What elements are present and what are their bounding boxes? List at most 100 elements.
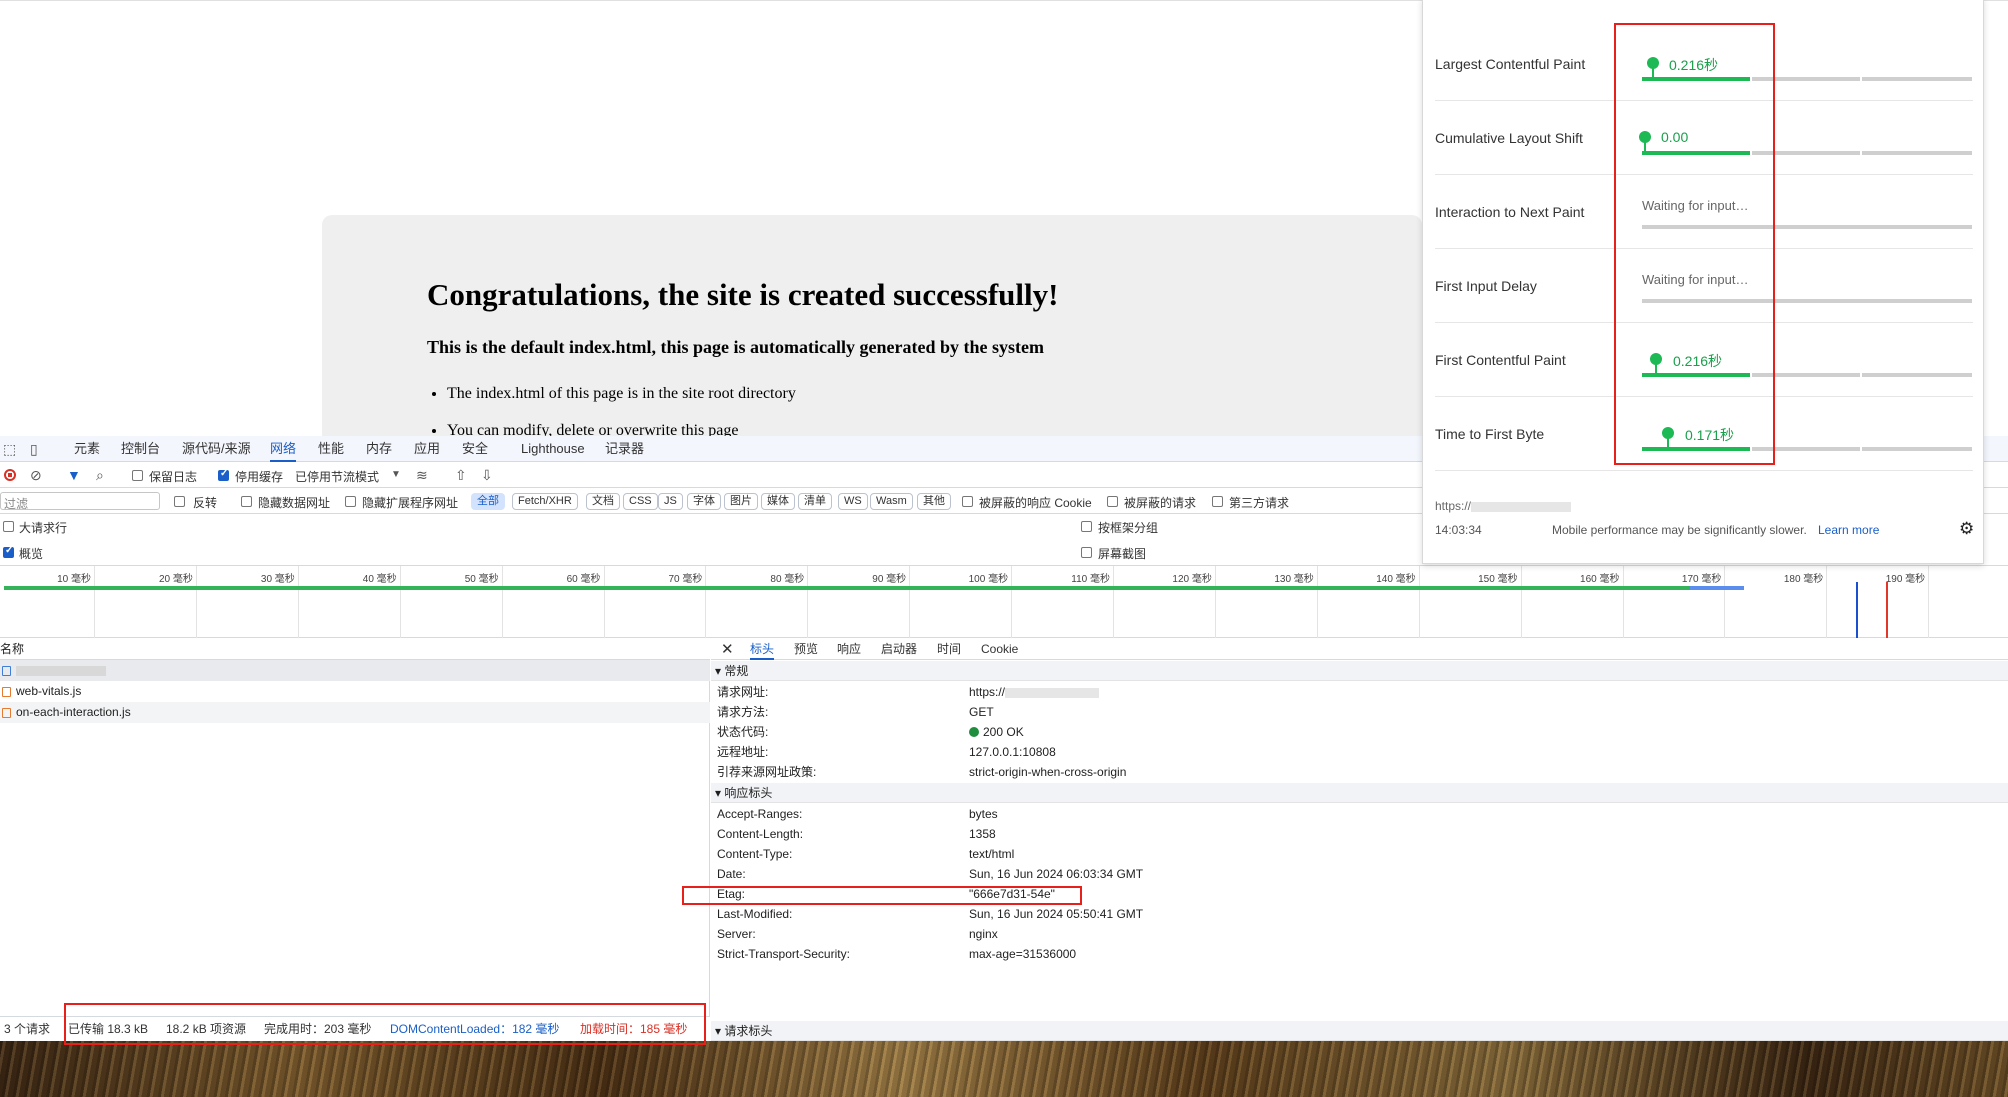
timeline-tick: 20 毫秒	[159, 566, 197, 638]
timeline-tick-label: 90 毫秒	[872, 574, 907, 585]
hide-extension-urls-checkbox[interactable]	[345, 496, 356, 507]
tab-cookies[interactable]: Cookie	[981, 638, 1018, 660]
tab-headers[interactable]: 标头	[750, 638, 775, 660]
tab-lighthouse[interactable]: Lighthouse	[521, 436, 585, 462]
timeline-tick-label: 140 毫秒	[1376, 574, 1416, 585]
page-url: https://	[1435, 499, 1572, 513]
tab-initiator[interactable]: 启动器	[881, 638, 917, 660]
timeline-tick: 40 毫秒	[363, 566, 401, 638]
timeline-tick-label: 10 毫秒	[57, 574, 91, 585]
metric-name: Time to First Byte	[1435, 426, 1545, 442]
timeline-tick-label: 30 毫秒	[260, 574, 295, 585]
type-filter-css[interactable]: CSS	[623, 493, 658, 510]
chevron-down-icon[interactable]: ▼	[391, 462, 401, 488]
response-headers-section-header[interactable]: ▾ 响应标头	[711, 783, 2008, 803]
status-ok-icon	[969, 727, 979, 737]
type-filter-other[interactable]: 其他	[917, 493, 951, 510]
tab-memory[interactable]: 内存	[366, 436, 392, 462]
request-row[interactable]	[0, 660, 710, 681]
type-filter-media[interactable]: 媒体	[761, 493, 795, 510]
timeline-tick: 180 毫秒	[1784, 566, 1828, 638]
type-filter-doc[interactable]: 文档	[586, 493, 620, 510]
type-filter-font[interactable]: 字体	[687, 493, 721, 510]
timeline-tick-label: 70 毫秒	[668, 574, 703, 585]
general-section-header[interactable]: ▾ 常规	[711, 661, 2008, 681]
timeline-tick-label: 150 毫秒	[1478, 574, 1518, 585]
timeline-tick: 190 毫秒	[1886, 566, 1930, 638]
invert-label: 反转	[193, 496, 218, 510]
timeline-tick: 30 毫秒	[261, 566, 299, 638]
network-conditions-icon[interactable]: ≋	[416, 462, 428, 488]
inspect-element-icon[interactable]: ⬚	[3, 436, 16, 462]
import-har-icon[interactable]: ⇧	[455, 462, 467, 488]
timeline-tick-label: 80 毫秒	[770, 574, 805, 585]
tab-performance[interactable]: 性能	[318, 436, 344, 462]
settings-gear-icon[interactable]: ⚙	[1959, 519, 1974, 539]
group-by-frame-label: 按框架分组	[1098, 521, 1159, 535]
third-party-checkbox[interactable]	[1212, 496, 1223, 507]
request-name: web-vitals.js	[16, 684, 82, 698]
request-row[interactable]: web-vitals.js	[0, 681, 710, 702]
metric-name: Interaction to Next Paint	[1435, 204, 1585, 220]
close-icon[interactable]: ✕	[721, 640, 734, 658]
tab-elements[interactable]: 元素	[74, 436, 100, 462]
timeline-tick-label: 180 毫秒	[1783, 574, 1824, 585]
metric-name: First Input Delay	[1435, 278, 1537, 294]
tab-security[interactable]: 安全	[462, 436, 488, 462]
group-by-frame-checkbox[interactable]	[1081, 521, 1092, 532]
type-filter-fetch-xhr[interactable]: Fetch/XHR	[512, 493, 578, 510]
network-overview-timeline[interactable]: 10 毫秒 20 毫秒 30 毫秒 40 毫秒 50 毫秒 60 毫秒 70 毫秒 80 毫秒…	[0, 566, 2008, 638]
request-list: 名称 web-vitals.js on-each-interaction.js	[0, 638, 710, 1041]
tab-sources[interactable]: 源代码/来源	[182, 436, 251, 462]
timeline-tick: 160 毫秒	[1580, 566, 1624, 638]
export-har-icon[interactable]: ⇩	[481, 462, 493, 488]
request-row[interactable]: on-each-interaction.js	[0, 702, 710, 723]
timeline-tick-label: 50 毫秒	[464, 574, 499, 585]
tab-network[interactable]: 网络	[270, 436, 297, 462]
large-rows-checkbox[interactable]	[3, 521, 14, 532]
overview-checkbox[interactable]	[3, 545, 14, 558]
clear-icon[interactable]: ⊘	[30, 462, 42, 488]
preserve-log-checkbox[interactable]	[132, 470, 143, 481]
search-icon[interactable]: ⌕	[96, 462, 104, 488]
screenshots-checkbox[interactable]	[1081, 547, 1092, 558]
filter-input[interactable]: 过滤	[0, 492, 160, 511]
tab-response[interactable]: 响应	[837, 638, 861, 660]
timeline-tick-label: 110 毫秒	[1071, 574, 1110, 585]
tab-timing[interactable]: 时间	[937, 638, 961, 660]
request-count: 3 个请求	[4, 1022, 51, 1036]
request-name: on-each-interaction.js	[16, 705, 131, 719]
info-list-item: You can modify, delete or overwrite this…	[447, 422, 796, 436]
blocked-requests-checkbox[interactable]	[1107, 496, 1118, 507]
timeline-tick: 50 毫秒	[465, 566, 503, 638]
tab-recorder[interactable]: 记录器	[605, 436, 644, 462]
metric-name: First Contentful Paint	[1435, 352, 1566, 368]
redacted-request-name	[16, 665, 106, 676]
timeline-tick-label: 60 毫秒	[566, 574, 601, 585]
invert-checkbox[interactable]	[174, 496, 185, 507]
load-marker	[1886, 582, 1888, 638]
disable-cache-checkbox[interactable]	[218, 468, 229, 481]
type-filter-manifest[interactable]: 清单	[798, 493, 832, 510]
filter-icon[interactable]: ▼	[67, 462, 81, 488]
tab-application[interactable]: 应用	[414, 436, 440, 462]
timeline-tick: 170 毫秒	[1682, 566, 1726, 638]
name-column-header[interactable]: 名称	[0, 638, 710, 660]
throttling-select[interactable]: 已停用节流模式	[295, 468, 379, 485]
type-filter-js[interactable]: JS	[658, 493, 683, 510]
device-toolbar-icon[interactable]: ▯	[30, 436, 38, 462]
type-filter-img[interactable]: 图片	[724, 493, 758, 510]
request-headers-section-header[interactable]: ▾ 请求标头	[711, 1021, 2008, 1041]
timeline-request-bar	[4, 586, 1744, 590]
type-filter-wasm[interactable]: Wasm	[870, 493, 913, 510]
learn-more-link[interactable]: Learn more	[1818, 523, 1879, 537]
blocked-cookies-checkbox[interactable]	[962, 496, 973, 507]
tab-console[interactable]: 控制台	[121, 436, 160, 462]
timeline-tick: 100 毫秒	[969, 566, 1013, 638]
highlight-box-metrics	[1614, 23, 1775, 465]
hide-data-urls-checkbox[interactable]	[241, 496, 252, 507]
tab-preview[interactable]: 预览	[794, 638, 818, 660]
type-filter-ws[interactable]: WS	[838, 493, 868, 510]
record-stop-icon[interactable]	[4, 469, 16, 481]
type-filter-all[interactable]: 全部	[471, 493, 505, 510]
